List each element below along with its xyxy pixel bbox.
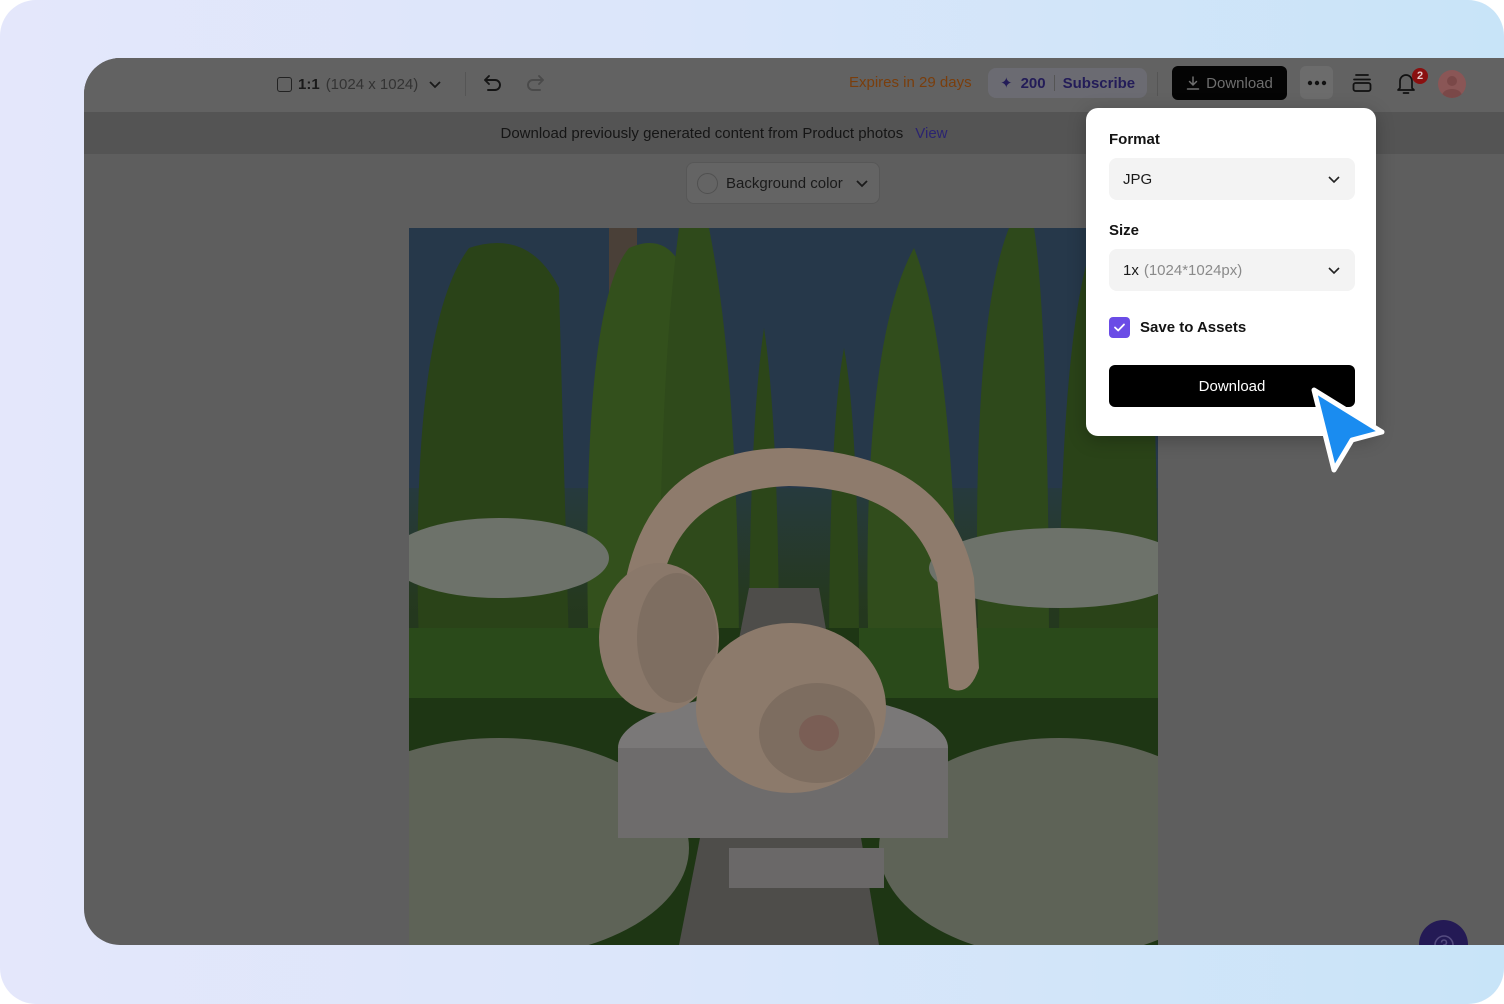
redo-icon xyxy=(527,75,544,91)
top-toolbar: 1:1 (1024 x 1024) Expires in 29 days ✦ 2… xyxy=(84,58,1504,112)
help-question-icon xyxy=(1433,934,1454,945)
credits-divider xyxy=(1053,75,1055,91)
expiry-notice: Expires in 29 days xyxy=(849,74,972,91)
more-options-button[interactable] xyxy=(1300,66,1333,99)
checkmark-icon xyxy=(1114,323,1125,332)
toolbar-divider xyxy=(465,72,466,96)
aspect-ratio-value: 1:1 xyxy=(298,75,320,93)
user-avatar[interactable] xyxy=(1438,70,1466,98)
background-color-dropdown[interactable]: Background color xyxy=(686,162,880,204)
size-value: 1x xyxy=(1123,261,1139,279)
banner-view-link[interactable]: View xyxy=(915,125,947,142)
size-label: Size xyxy=(1109,222,1140,239)
notifications-button[interactable]: 2 xyxy=(1395,68,1428,95)
banner-message: Download previously generated content fr… xyxy=(500,124,904,142)
notification-badge: 2 xyxy=(1412,68,1428,84)
aspect-square-icon xyxy=(277,76,292,92)
format-select[interactable]: JPG xyxy=(1109,158,1355,200)
layers-button[interactable] xyxy=(1351,71,1373,95)
undo-button[interactable] xyxy=(482,72,504,94)
save-to-assets-label: Save to Assets xyxy=(1140,319,1247,336)
more-horizontal-icon xyxy=(1307,80,1326,85)
avatar-person-icon xyxy=(1442,76,1462,98)
mouse-pointer-icon xyxy=(1311,387,1385,473)
chevron-down-icon xyxy=(856,180,868,188)
aspect-dimensions: (1024 x 1024) xyxy=(325,75,419,93)
download-button[interactable]: Download xyxy=(1172,66,1287,100)
credits-count: 200 xyxy=(1020,74,1046,92)
download-icon xyxy=(1186,76,1200,90)
color-swatch xyxy=(697,172,718,194)
save-to-assets-checkbox[interactable] xyxy=(1109,317,1130,338)
chevron-down-icon xyxy=(1328,176,1340,184)
help-button[interactable] xyxy=(1419,920,1468,945)
save-to-assets-row[interactable]: Save to Assets xyxy=(1109,317,1246,338)
chevron-down-icon xyxy=(1328,267,1340,275)
sparkle-icon: ✦ xyxy=(1000,75,1013,92)
screen-background: 1:1 (1024 x 1024) Expires in 29 days ✦ 2… xyxy=(0,0,1504,1004)
size-select[interactable]: 1x (1024*1024px) xyxy=(1109,249,1355,291)
size-detail: (1024*1024px) xyxy=(1143,261,1243,279)
aspect-ratio-selector[interactable]: 1:1 (1024 x 1024) xyxy=(277,72,442,96)
layers-stack-icon xyxy=(1352,74,1372,92)
redo-button[interactable] xyxy=(524,72,546,94)
download-button-label: Download xyxy=(1206,74,1273,92)
format-label: Format xyxy=(1109,131,1160,148)
undo-icon xyxy=(484,75,501,91)
format-value: JPG xyxy=(1123,170,1153,188)
product-image[interactable] xyxy=(409,228,1158,945)
garden-scene-illustration xyxy=(409,228,1158,945)
subscribe-link[interactable]: Subscribe xyxy=(1063,75,1136,92)
credits-pill[interactable]: ✦ 200 Subscribe xyxy=(988,68,1148,98)
chevron-down-icon xyxy=(429,81,441,89)
toolbar-divider xyxy=(1157,72,1158,96)
background-color-label: Background color xyxy=(726,174,843,192)
